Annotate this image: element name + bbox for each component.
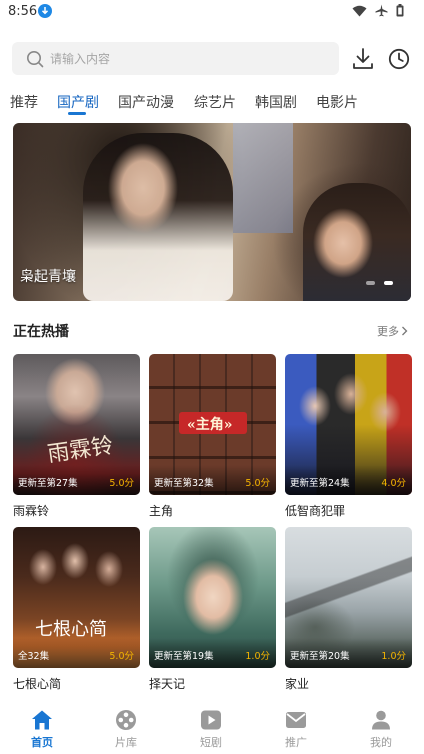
active-tab-indicator bbox=[68, 112, 86, 115]
score-badge: 4.0分 bbox=[381, 478, 406, 489]
tab-domestic-anime[interactable]: 国产动漫 bbox=[118, 92, 174, 112]
more-link[interactable]: 更多 bbox=[377, 323, 408, 339]
drama-card[interactable]: 更新至第19集 1.0分 择天记 bbox=[149, 527, 276, 691]
chevron-right-icon bbox=[402, 326, 408, 336]
banner-title: 枭起青壤 bbox=[20, 269, 76, 285]
wifi-icon bbox=[352, 5, 367, 16]
download-notification-icon bbox=[38, 4, 52, 18]
carousel-dot-active[interactable] bbox=[384, 281, 393, 285]
poster: 雨霖铃 更新至第27集 5.0分 bbox=[13, 354, 140, 495]
drama-card[interactable]: 更新至第20集 1.0分 家业 bbox=[285, 527, 412, 691]
play-icon bbox=[201, 710, 221, 730]
status-icons bbox=[352, 4, 404, 17]
nav-profile[interactable]: 我的 bbox=[351, 708, 411, 750]
banner-figure bbox=[303, 183, 411, 301]
episode-status: 更新至第20集 bbox=[290, 651, 350, 662]
card-title: 七根心简 bbox=[13, 677, 62, 691]
episode-status: 更新至第19集 bbox=[154, 651, 214, 662]
film-reel-icon bbox=[116, 710, 136, 730]
episode-status: 更新至第27集 bbox=[18, 478, 78, 489]
score-badge: 5.0分 bbox=[109, 478, 134, 489]
nav-label: 短剧 bbox=[200, 736, 222, 749]
banner-figure bbox=[83, 133, 233, 301]
poster: 七根心简 全32集 5.0分 bbox=[13, 527, 140, 668]
nav-label: 首页 bbox=[31, 736, 53, 749]
tab-recommend[interactable]: 推荐 bbox=[10, 92, 38, 112]
search-bar[interactable] bbox=[12, 42, 339, 75]
tab-movies[interactable]: 电影片 bbox=[316, 92, 358, 112]
banner-art bbox=[233, 123, 293, 233]
nav-shorts[interactable]: 短剧 bbox=[181, 708, 241, 750]
episode-status: 更新至第24集 bbox=[290, 478, 350, 489]
card-title: 家业 bbox=[285, 677, 310, 691]
download-icon[interactable] bbox=[352, 47, 374, 71]
nav-home[interactable]: 首页 bbox=[12, 708, 72, 750]
carousel-dot[interactable] bbox=[366, 281, 375, 285]
drama-card[interactable]: «主角» 更新至第32集 5.0分 主角 bbox=[149, 354, 276, 518]
search-icon bbox=[27, 51, 44, 68]
poster: 更新至第19集 1.0分 bbox=[149, 527, 276, 668]
score-badge: 1.0分 bbox=[245, 651, 270, 662]
card-title: 择天记 bbox=[149, 677, 186, 691]
search-input[interactable] bbox=[50, 42, 330, 75]
drama-card[interactable]: 七根心简 全32集 5.0分 七根心简 bbox=[13, 527, 140, 691]
nav-label: 片库 bbox=[115, 736, 137, 749]
card-title: 低智商犯罪 bbox=[285, 504, 346, 518]
poster-title-art: «主角» bbox=[187, 417, 233, 433]
episode-status: 更新至第32集 bbox=[154, 478, 214, 489]
tab-variety[interactable]: 综艺片 bbox=[194, 92, 236, 112]
card-title: 雨霖铃 bbox=[13, 504, 50, 518]
bottom-nav: 首页 片库 短剧 推广 我的 bbox=[0, 700, 424, 754]
status-time: 8:56 bbox=[8, 4, 38, 19]
mail-icon bbox=[286, 712, 306, 728]
tab-korean-drama[interactable]: 韩国剧 bbox=[255, 92, 297, 112]
nav-promote[interactable]: 推广 bbox=[266, 708, 326, 750]
nav-library[interactable]: 片库 bbox=[96, 708, 156, 750]
drama-card[interactable]: 雨霖铃 更新至第27集 5.0分 雨霖铃 bbox=[13, 354, 140, 518]
airplane-icon bbox=[375, 4, 388, 17]
poster: «主角» 更新至第32集 5.0分 bbox=[149, 354, 276, 495]
episode-status: 全32集 bbox=[18, 651, 50, 662]
more-label: 更多 bbox=[377, 325, 399, 338]
category-tabs: 推荐 国产剧 国产动漫 综艺片 韩国剧 电影片 bbox=[0, 88, 424, 118]
drama-card[interactable]: 更新至第24集 4.0分 低智商犯罪 bbox=[285, 354, 412, 518]
score-badge: 5.0分 bbox=[109, 651, 134, 662]
history-icon[interactable] bbox=[388, 48, 410, 70]
poster: 更新至第24集 4.0分 bbox=[285, 354, 412, 495]
status-bar: 8:56 bbox=[0, 0, 424, 26]
tab-domestic-drama[interactable]: 国产剧 bbox=[57, 92, 99, 112]
user-icon bbox=[372, 710, 390, 730]
section-title: 正在热播 bbox=[13, 324, 69, 340]
score-badge: 1.0分 bbox=[381, 651, 406, 662]
nav-label: 推广 bbox=[285, 736, 307, 749]
poster: 更新至第20集 1.0分 bbox=[285, 527, 412, 668]
nav-label: 我的 bbox=[370, 736, 392, 749]
score-badge: 5.0分 bbox=[245, 478, 270, 489]
card-title: 主角 bbox=[149, 504, 174, 518]
home-icon bbox=[32, 710, 52, 730]
battery-icon bbox=[396, 4, 404, 17]
